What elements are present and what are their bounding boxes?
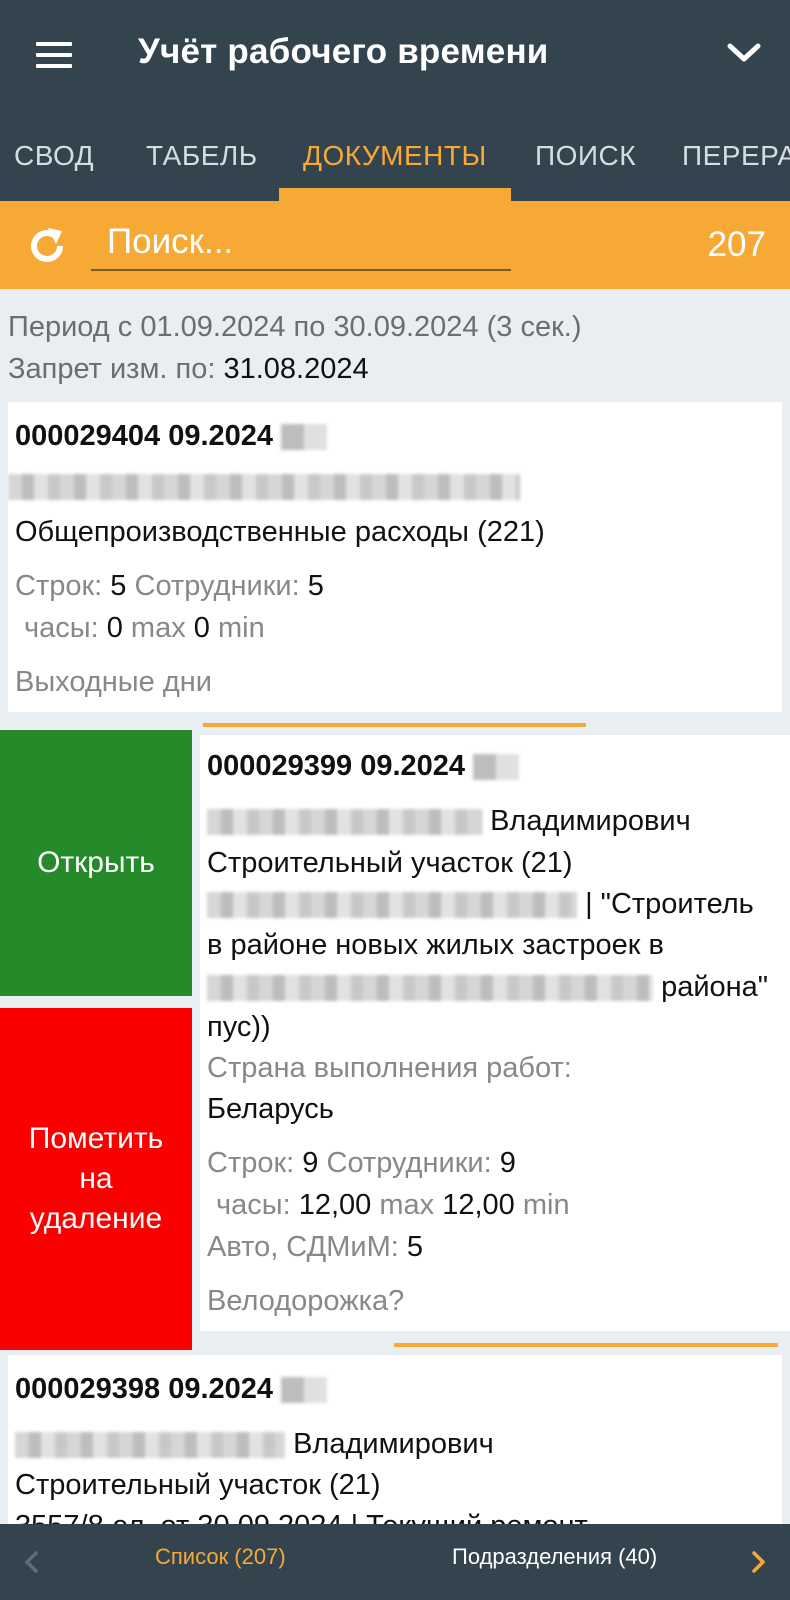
app-title: Учёт рабочего времени (138, 32, 549, 71)
tab-documents[interactable]: ДОКУМЕНТЫ (303, 140, 487, 172)
document-person: Владимирович (207, 805, 691, 838)
document-card[interactable]: 000029404 09.2024 Общепроизводственные р… (8, 402, 782, 712)
document-object: | "Строитель (207, 888, 754, 921)
document-note: Велодорожка? (207, 1285, 405, 1317)
search-input[interactable] (91, 215, 511, 271)
document-number: 000029399 (207, 750, 353, 782)
lock-label: Запрет изм. по: (8, 353, 216, 385)
tab-svod[interactable]: СВОД (14, 140, 94, 172)
redacted-tag (281, 1377, 328, 1404)
tab-tabel[interactable]: ТАБЕЛЬ (146, 140, 258, 172)
document-subdivision: Строительный участок (21) (15, 1469, 381, 1501)
document-subdivision: Строительный участок (21) (207, 847, 573, 879)
document-month: 09.2024 (168, 420, 274, 452)
chevron-left-icon[interactable] (22, 1550, 42, 1574)
document-hours: часы: 12,00 max 12,00 min (216, 1189, 570, 1221)
mark-delete-button[interactable]: Пометить на удаление (0, 1008, 192, 1350)
menu-icon[interactable] (36, 42, 72, 68)
open-button[interactable]: Открыть (0, 730, 192, 996)
document-number: 000029398 (15, 1373, 161, 1405)
document-subdivision: Общепроизводственные расходы (221) (15, 516, 545, 548)
document-stats: Строк: 5 Сотрудники: 5 (15, 570, 324, 602)
bottom-tab-divisions[interactable]: Подразделения (40) (452, 1544, 657, 1570)
document-object-line3: района" (207, 971, 768, 1004)
period-info: Период с 01.09.2024 по 30.09.2024 (3 сек… (8, 311, 582, 343)
refresh-icon[interactable] (26, 225, 68, 267)
document-number: 000029404 (15, 420, 161, 452)
country-label: Страна выполнения работ: (207, 1052, 572, 1084)
country-value: Беларусь (207, 1093, 334, 1125)
document-header: 000029404 09.2024 (15, 420, 328, 453)
lock-date: 31.08.2024 (223, 353, 369, 385)
document-stats: Строк: 9 Сотрудники: 9 (207, 1147, 516, 1179)
document-card[interactable]: 000029398 09.2024 Владимирович Строитель… (8, 1355, 782, 1524)
swipe-indicator (203, 723, 586, 727)
redacted-tag (473, 754, 520, 781)
bottom-tab-list[interactable]: Список (207) (155, 1544, 286, 1570)
redacted-name (8, 470, 520, 503)
document-auto: Авто, СДМиМ: 5 (207, 1231, 424, 1263)
lock-date-row: Запрет изм. по: 31.08.2024 (8, 353, 369, 386)
document-header: 000029398 09.2024 (15, 1373, 328, 1406)
tab-indicator (279, 188, 511, 201)
redacted-tag (281, 424, 328, 451)
search-bar: 207 (0, 201, 790, 289)
document-hours: часы: 0 max 0 min (24, 612, 265, 644)
document-object: 3557/8-эл. от 30.09.2024 | Текущий ремон… (15, 1510, 588, 1524)
tab-search[interactable]: ПОИСК (535, 140, 636, 172)
chevron-right-icon[interactable] (748, 1550, 768, 1574)
document-object-line2: в районе новых жилых застроек в (207, 929, 664, 961)
document-card[interactable]: 000029399 09.2024 Владимирович Строитель… (200, 735, 790, 1331)
chevron-down-icon[interactable] (726, 38, 762, 68)
document-month: 09.2024 (360, 750, 466, 782)
app-bar: Учёт рабочего времени (0, 0, 790, 112)
search-result-count: 207 (707, 225, 766, 264)
tab-recalc[interactable]: ПЕРЕРА (682, 140, 790, 172)
bottom-nav: Список (207) Подразделения (40) (0, 1524, 790, 1600)
document-object-line4: пус)) (207, 1011, 271, 1043)
tab-bar: СВОД ТАБЕЛЬ ДОКУМЕНТЫ ПОИСК ПЕРЕРА (0, 112, 790, 201)
swipe-indicator (394, 1343, 778, 1347)
document-header: 000029399 09.2024 (207, 750, 520, 783)
document-note: Выходные дни (15, 666, 212, 698)
document-person: Владимирович (15, 1428, 494, 1461)
document-month: 09.2024 (168, 1373, 274, 1405)
